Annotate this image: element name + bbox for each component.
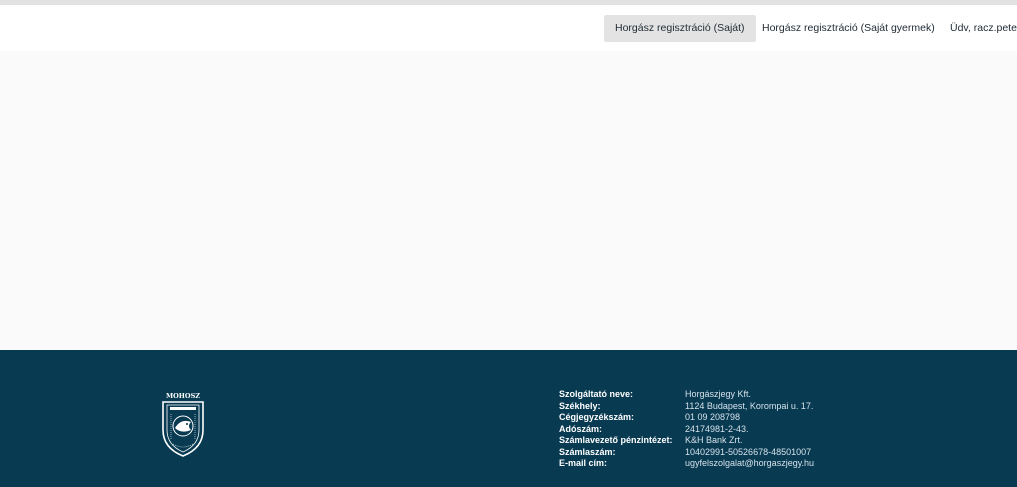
info-label: E-mail cím: (559, 458, 608, 468)
nav-item-child-registration[interactable]: Horgász regisztráció (Saját gyermek) (762, 15, 935, 42)
info-row-registration-number: Cégjegyzékszám: 01 09 208798 (559, 412, 814, 424)
mohosz-shield-icon: MOHOSZ (162, 392, 204, 457)
nav-item-own-registration[interactable]: Horgász regisztráció (Saját) (604, 15, 756, 42)
info-row-seat: Székhely: 1124 Budapest, Korompai u. 17. (559, 401, 814, 413)
info-label: Számlavezető pénzintézet: (559, 435, 673, 445)
info-row-provider: Szolgáltató neve: Horgászjegy Kft. (559, 389, 814, 401)
user-greeting-menu[interactable]: Üdv, racz.peter (950, 15, 1017, 42)
info-value: Horgászjegy Kft. (685, 389, 752, 399)
logo-text-top: MOHOSZ (166, 392, 200, 400)
info-row-email: E-mail cím: ugyfelszolgalat@horgaszjegy.… (559, 458, 814, 470)
info-label: Adószám: (559, 423, 603, 434)
info-value: 01 09 208798 (685, 412, 741, 422)
top-navbar: Horgász regisztráció (Saját) Horgász reg… (0, 5, 1017, 51)
info-label: Szolgáltató neve: (559, 389, 634, 399)
info-value: 24174981-2-43. (685, 423, 749, 434)
info-row-bank: Számlavezető pénzintézet: K&H Bank Zrt. (559, 435, 814, 447)
company-info: Szolgáltató neve: Horgászjegy Kft. Székh… (559, 389, 814, 470)
mohosz-logo: MOHOSZ (157, 390, 209, 458)
info-value: 1124 Budapest, Korompai u. 17. (685, 400, 814, 411)
info-label: Számlaszám: (559, 446, 616, 457)
footer: MOHOSZ Szolgáltató neve: Horgászjegy Kft… (0, 350, 1017, 487)
info-value: K&H Bank Zrt. (685, 435, 743, 445)
info-row-tax-number: Adószám: 24174981-2-43. (559, 424, 814, 436)
info-value: 10402991-50526678-48501007 (685, 446, 812, 457)
email-link[interactable]: ugyfelszolgalat@horgaszjegy.hu (685, 458, 814, 470)
info-row-account-number: Számlaszám: 10402991-50526678-48501007 (559, 447, 814, 459)
info-label: Székhely: (559, 400, 601, 411)
info-label: Cégjegyzékszám: (559, 412, 635, 422)
main-content (0, 51, 1017, 350)
